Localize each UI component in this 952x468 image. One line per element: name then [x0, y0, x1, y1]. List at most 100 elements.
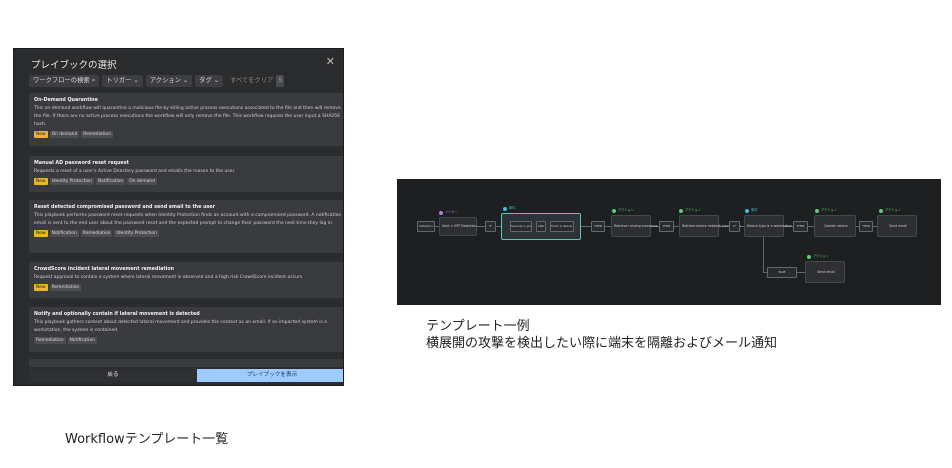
- clear-count-badge: 5: [276, 75, 285, 87]
- action-filter-dropdown[interactable]: アクション ⌄: [145, 75, 193, 87]
- new-badge: New: [34, 131, 48, 138]
- condition-card-label: Device type is a workstation: [747, 224, 793, 228]
- tag: Notification: [96, 178, 126, 185]
- then-node[interactable]: THEN: [591, 221, 605, 232]
- tag: Identity Protection: [49, 178, 95, 185]
- trigger-card[interactable]: Alert > EPP Detection: [439, 217, 477, 236]
- condition-icon: [503, 207, 507, 211]
- tag: Notification: [67, 337, 97, 344]
- search-label: ワークフローの検索: [33, 77, 90, 84]
- action-card-label: Send email: [889, 224, 907, 228]
- action-card-label: Send email: [817, 270, 835, 274]
- action-card-label: Retrieve device network connections: [682, 224, 741, 228]
- dialog-footer: 戻る プレイブックを表示: [29, 369, 343, 382]
- playbook-card[interactable]: Reset detected compromised password and …: [29, 200, 343, 253]
- close-icon[interactable]: ✕: [326, 56, 335, 67]
- tag: On demand: [127, 178, 157, 185]
- dialog-title: プレイブックの選択: [31, 60, 117, 71]
- tag: Notification: [49, 230, 79, 237]
- tag: Remediation: [49, 284, 82, 291]
- condition-group-card[interactable]: Severity is greater... AND Tactic is lat…: [501, 213, 581, 240]
- playbook-card[interactable]: On-Demand Quarantine This on-demand work…: [29, 93, 343, 146]
- action-icon: [612, 209, 616, 213]
- new-badge: New: [34, 284, 48, 291]
- caption-line-1: テンプレート一例: [426, 319, 530, 334]
- tag: Remediation: [80, 230, 113, 237]
- if-node[interactable]: IF: [485, 221, 496, 232]
- action-label: アクション: [149, 77, 181, 84]
- action-card[interactable]: Send email: [877, 215, 917, 237]
- card-title: On-Demand Quarantine: [34, 98, 98, 103]
- trigger-label: トリガー: [106, 77, 132, 84]
- action-header: アクション: [885, 208, 901, 212]
- new-badge: New: [34, 178, 48, 185]
- tag: Remediation: [81, 131, 113, 138]
- caption-template-example: テンプレート一例 横展開の攻撃を検出したい際に端末を隔離およびメール通知: [426, 318, 777, 352]
- condition-tactic[interactable]: Tactic is lateral m...: [550, 221, 574, 232]
- condition-icon: [745, 209, 749, 213]
- search-icon: ⌕: [91, 77, 96, 84]
- filter-bar: ワークフローの検索 ⌕ トリガー ⌄ アクション ⌄ タグ ⌄ すべてをクリア 5: [29, 75, 288, 87]
- then-node[interactable]: THEN: [859, 221, 873, 232]
- and-node[interactable]: AND: [536, 221, 546, 232]
- card-title: Notify and optionally contain if lateral…: [34, 312, 200, 317]
- action-card[interactable]: Retrieve device network connections: [679, 215, 741, 237]
- card-title: Reset detected compromised password and …: [34, 205, 216, 210]
- action-header: アクション: [685, 208, 701, 212]
- action-icon: [815, 209, 819, 213]
- new-badge: New: [34, 230, 48, 237]
- then-node[interactable]: THEN: [793, 221, 808, 232]
- card-description: Request approval to contain a system whe…: [34, 275, 303, 280]
- trigger-icon: [439, 211, 443, 215]
- tag: Identity Protection: [114, 230, 159, 237]
- tag: Remediation: [34, 337, 66, 344]
- caption-line-2: 横展開の攻撃を検出したい際に端末を隔離およびメール通知: [426, 336, 778, 351]
- card-tags: New Notification Remediation Identity Pr…: [34, 230, 342, 237]
- card-tags: New Identity Protection Notification On …: [34, 178, 342, 185]
- caption-workflow-templates: Workflowテンプレート一覧: [65, 432, 229, 447]
- action-icon: [879, 209, 883, 213]
- playbook-card[interactable]: Notify and optionally contain if lateral…: [29, 307, 343, 352]
- action-header: アクション: [821, 208, 837, 212]
- action-card-label: Contain device: [824, 224, 848, 228]
- trigger-header: トリガー: [445, 210, 458, 214]
- else-node[interactable]: ELSE: [767, 267, 797, 278]
- condition-card[interactable]: Device type is a workstation: [744, 215, 793, 237]
- card-tags: New Remediation: [34, 284, 342, 291]
- condition-header: 条件: [751, 208, 758, 212]
- chevron-down-icon: ⌄: [133, 77, 139, 84]
- playbook-card[interactable]: Manual AD password reset request Request…: [29, 156, 343, 192]
- card-description: This playbook gathers context about dete…: [34, 320, 328, 333]
- playbook-dialog: プレイブックの選択 ✕ ワークフローの検索 ⌕ トリガー ⌄ アクション ⌄ タ…: [13, 48, 344, 386]
- action-header: アクション: [618, 208, 634, 212]
- trigger-card-label: Alert > EPP Detection: [442, 224, 477, 228]
- card-title: Manual AD password reset request: [34, 161, 129, 166]
- action-card[interactable]: Send email: [805, 261, 845, 283]
- card-description: Requests a reset of a user's Active Dire…: [34, 169, 236, 174]
- workflow-search-input[interactable]: ワークフローの検索 ⌕: [29, 75, 100, 87]
- clear-label: すべてをクリア: [230, 77, 274, 84]
- start-node[interactable]: Detection: [417, 221, 435, 232]
- condition-severity[interactable]: Severity is greater...: [510, 221, 532, 232]
- action-icon: [679, 209, 683, 213]
- playbook-card[interactable]: [29, 359, 343, 367]
- then-node[interactable]: THEN: [659, 221, 674, 232]
- trigger-filter-dropdown[interactable]: トリガー ⌄: [102, 75, 143, 87]
- chevron-down-icon: ⌄: [213, 77, 220, 84]
- tag-filter-dropdown[interactable]: タグ ⌄: [195, 75, 224, 87]
- tag: On demand: [49, 131, 80, 138]
- action-card-label: Retrieve running processes: [614, 224, 658, 228]
- action-icon: [807, 255, 811, 259]
- card-tags: New On demand Remediation: [34, 131, 342, 138]
- show-playbook-button[interactable]: プレイブックを表示: [197, 369, 343, 382]
- playbook-card[interactable]: CrowdScore incident lateral movement rem…: [29, 262, 343, 298]
- back-button[interactable]: 戻る: [29, 369, 197, 382]
- card-description: This playbook performs password reset re…: [34, 213, 342, 226]
- action-card[interactable]: Retrieve running processes: [611, 215, 658, 237]
- playbook-list: On-Demand Quarantine This on-demand work…: [29, 93, 343, 367]
- action-card[interactable]: Contain device: [814, 215, 856, 237]
- card-tags: Remediation Notification: [34, 337, 342, 344]
- chevron-down-icon: ⌄: [182, 77, 189, 84]
- if-node[interactable]: IF: [729, 221, 740, 232]
- clear-all-button[interactable]: すべてをクリア 5: [226, 75, 288, 87]
